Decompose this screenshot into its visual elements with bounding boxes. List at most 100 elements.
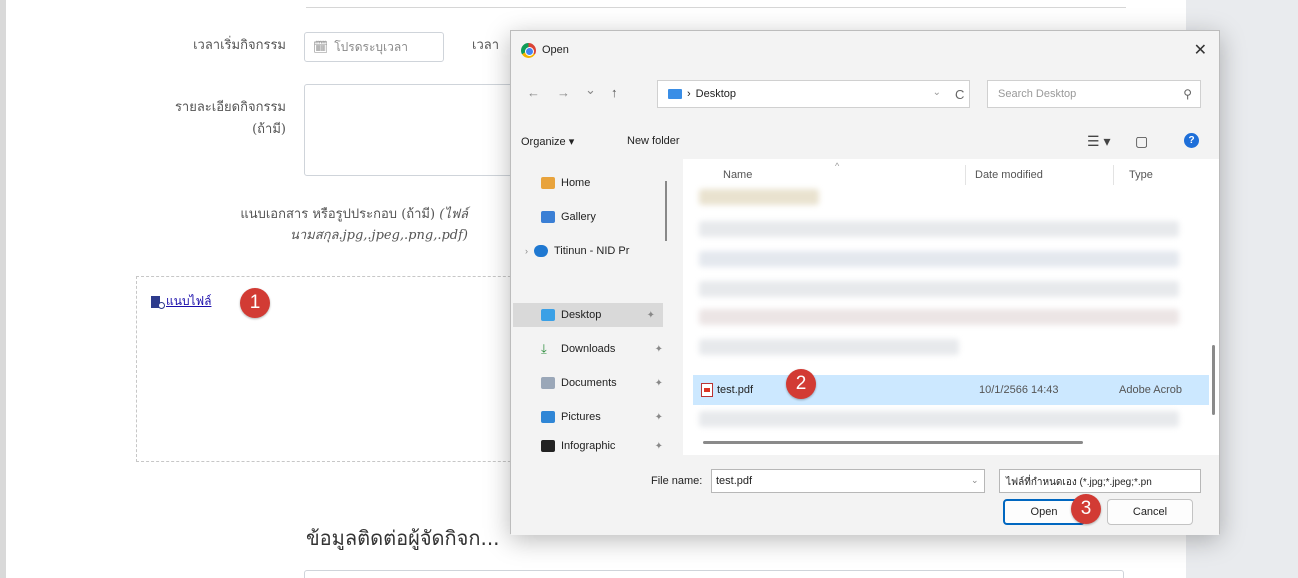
file-date-cell: 10/1/2566 14:43 <box>979 384 1059 396</box>
nav-scrollbar[interactable] <box>665 181 667 241</box>
search-placeholder: Search Desktop <box>998 88 1077 100</box>
file-list-vertical-scrollbar[interactable] <box>1212 345 1215 415</box>
column-header-type[interactable]: Type <box>1129 169 1153 181</box>
attach-file-link[interactable]: แนบไฟล์ <box>150 292 211 311</box>
attach-hint: แนบเอกสาร หรือรูปประกอบ (ถ้ามี) (ไฟล์ นา… <box>156 204 468 246</box>
pin-icon: ✦ <box>654 440 663 452</box>
sidebar-item-label: Home <box>561 177 591 189</box>
search-input[interactable]: Search Desktop ⚲ <box>987 80 1201 108</box>
details-label-line2: (ถ้ามี) <box>252 122 286 137</box>
sidebar-item-label: Pictures <box>561 411 601 423</box>
cancel-button[interactable]: Cancel <box>1107 499 1193 525</box>
sidebar-item-documents[interactable]: Documents ✦ <box>541 371 663 395</box>
sidebar-item-infographic[interactable]: Infographic ✦ <box>541 437 663 455</box>
blurred-file-row[interactable] <box>699 309 1179 325</box>
back-arrow-icon[interactable]: ← <box>527 85 540 100</box>
dialog-navbar: ← → ⌄ ↑ › Desktop ⌄ C Search Desktop ⚲ <box>511 75 1219 113</box>
sidebar-item-home[interactable]: Home <box>541 171 590 195</box>
attach-file-icon <box>150 295 165 309</box>
address-separator: › <box>687 88 691 100</box>
address-bar[interactable]: › Desktop ⌄ <box>657 80 970 108</box>
documents-icon <box>541 377 555 389</box>
dialog-toolbar: Organize ▾ New folder ☰ ▾ ▢ ? <box>511 129 1219 155</box>
close-icon[interactable]: ✕ <box>1194 40 1207 60</box>
sidebar-item-label: Infographic <box>561 440 616 452</box>
search-icon: ⚲ <box>1183 87 1192 101</box>
download-arrow-icon: ⤓ <box>541 341 547 356</box>
sidebar-item-pictures[interactable]: Pictures ✦ <box>541 405 663 429</box>
attach-hint-italic: (ไฟล์ <box>439 207 468 222</box>
up-arrow-icon[interactable]: ↑ <box>611 85 618 100</box>
column-header-date[interactable]: Date modified <box>975 169 1043 181</box>
blurred-file-row[interactable] <box>699 189 819 205</box>
file-name-dropdown-icon[interactable]: ⌄ <box>971 475 979 486</box>
dialog-titlebar: Open ✕ <box>511 31 1219 69</box>
forward-arrow-icon[interactable]: → <box>557 85 570 100</box>
details-textarea[interactable] <box>304 84 534 176</box>
sidebar-item-label: Documents <box>561 377 617 389</box>
column-divider <box>1113 165 1114 185</box>
onedrive-cloud-icon <box>534 245 548 257</box>
column-divider <box>965 165 966 185</box>
step-badge-3: 3 <box>1071 494 1101 524</box>
file-name-input[interactable]: test.pdf <box>711 469 985 493</box>
column-header-name[interactable]: Name <box>723 169 752 181</box>
recent-locations-icon[interactable]: ⌄ <box>585 82 596 98</box>
refresh-icon[interactable]: C <box>955 87 964 102</box>
sidebar-item-label: Titinun - NID Pr <box>554 245 630 257</box>
contact-section-title: ข้อมูลติดต่อผู้จัดกิจก... <box>306 526 500 550</box>
contact-input[interactable] <box>304 570 1124 578</box>
preview-pane-icon[interactable]: ▢ <box>1135 133 1148 150</box>
start-time-label: เวลาเริ่มกิจกรรม <box>193 38 286 53</box>
address-dropdown-icon[interactable]: ⌄ <box>933 87 941 98</box>
pin-icon: ✦ <box>654 377 663 389</box>
dialog-title: Open <box>542 44 569 56</box>
sidebar-item-onedrive[interactable]: › Titinun - NID Pr <box>525 239 629 263</box>
sidebar-item-label: Desktop <box>561 309 602 321</box>
file-list-horizontal-scrollbar[interactable] <box>703 441 1083 444</box>
sidebar-item-desktop[interactable]: Desktop ✦ <box>513 303 663 327</box>
address-folder: Desktop <box>695 88 737 100</box>
new-folder-button[interactable]: New folder <box>627 135 680 147</box>
attach-hint-text: แนบเอกสาร หรือรูปประกอบ (ถ้ามี) <box>240 207 440 222</box>
sidebar-item-downloads[interactable]: ⤓ Downloads ✦ <box>541 337 663 361</box>
gallery-icon <box>541 211 555 223</box>
open-file-dialog: Open ✕ ← → ⌄ ↑ › Desktop ⌄ C Search Desk… <box>510 30 1220 535</box>
file-type-filter-select[interactable]: ไฟล์ที่กำหนดเอง (*.jpg;*.jpeg;*.pn <box>999 469 1201 493</box>
pin-icon: ✦ <box>654 411 663 423</box>
attach-hint-extensions: นามสกุล.jpg,.jpeg,.png,.pdf) <box>289 228 468 243</box>
step-badge-2: 2 <box>786 369 816 399</box>
chrome-icon <box>521 42 536 58</box>
end-time-label: เวลา <box>472 38 500 53</box>
step-badge-1: 1 <box>240 288 270 318</box>
blurred-file-row[interactable] <box>699 281 1179 297</box>
file-row-test-pdf[interactable]: test.pdf 10/1/2566 14:43 Adobe Acrob <box>693 375 1209 405</box>
blurred-file-row[interactable] <box>699 411 1179 427</box>
desktop-folder-icon <box>668 89 682 99</box>
expand-chevron-icon[interactable]: › <box>525 246 528 256</box>
pin-icon: ✦ <box>646 309 655 321</box>
sort-caret-icon: ^ <box>835 161 840 171</box>
desktop-icon <box>541 309 555 321</box>
blurred-file-row[interactable] <box>699 251 1179 267</box>
view-options-icon[interactable]: ☰ ▾ <box>1087 133 1110 150</box>
help-icon[interactable]: ? <box>1184 133 1199 148</box>
navigation-pane: Home Gallery › Titinun - NID Pr Desktop … <box>511 159 679 455</box>
pin-icon: ✦ <box>654 343 663 355</box>
sidebar-item-gallery[interactable]: Gallery <box>541 205 596 229</box>
file-name-cell: test.pdf <box>717 384 754 396</box>
infographic-folder-icon <box>541 440 555 452</box>
organize-menu[interactable]: Organize ▾ <box>521 135 574 148</box>
file-list: Name ^ Date modified Type test.pdf 10/1/… <box>683 159 1219 455</box>
top-input-edge <box>306 0 1126 8</box>
pdf-file-icon <box>701 383 713 397</box>
blurred-file-row[interactable] <box>699 339 959 355</box>
dialog-bottom-bar: File name: test.pdf ⌄ ไฟล์ที่กำหนดเอง (*… <box>511 455 1219 535</box>
file-type-cell: Adobe Acrob <box>1119 384 1182 396</box>
start-time-input[interactable]: 🗓 โปรดระบุเวลา <box>304 32 444 62</box>
calendar-icon: 🗓 <box>313 40 329 54</box>
home-icon <box>541 177 555 189</box>
sidebar-item-label: Downloads <box>561 343 616 355</box>
blurred-file-row[interactable] <box>699 221 1179 237</box>
details-label-line1: รายละเอียดกิจกรรม <box>174 100 286 115</box>
